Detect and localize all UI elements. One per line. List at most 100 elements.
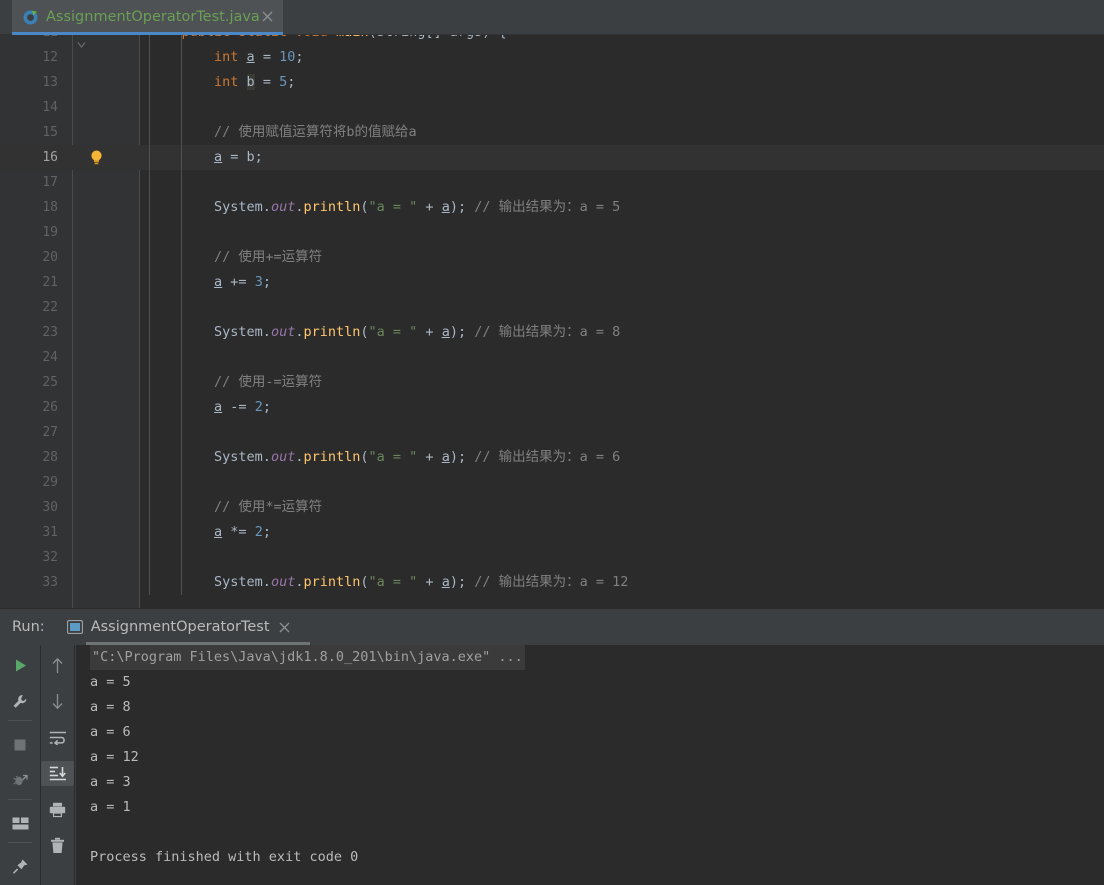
code-token: ; (287, 74, 296, 90)
gutter-row[interactable]: 13 (0, 70, 140, 95)
gutter-row[interactable]: 14 (0, 95, 140, 120)
arrow-down-icon[interactable] (41, 689, 74, 714)
gutter-row[interactable]: 29 (0, 470, 140, 495)
rerun-button[interactable] (0, 653, 40, 678)
pin-tab-button[interactable] (0, 854, 40, 879)
indent-guide (181, 420, 182, 445)
gutter-row[interactable]: 11 (0, 35, 140, 45)
gutter-row[interactable]: 26 (0, 395, 140, 420)
code-line[interactable]: // 使用-=运算符 (140, 370, 1104, 395)
gutter-row[interactable]: 28 (0, 445, 140, 470)
printer-icon[interactable] (41, 797, 74, 822)
code-line[interactable]: // 使用+=运算符 (140, 245, 1104, 270)
gutter-row[interactable]: 21 (0, 270, 140, 295)
gutter-row[interactable]: 19 (0, 220, 140, 245)
gutter-row[interactable]: 17 (0, 170, 140, 195)
edit-configuration-button[interactable] (0, 689, 40, 714)
code-token: + (417, 324, 442, 340)
code-line[interactable]: System.out.println("a = " + a); // 输出结果为… (140, 570, 1104, 595)
code-token: // 输出结果为：a = 5 (474, 199, 621, 215)
code-line[interactable] (140, 170, 1104, 195)
code-token: b (246, 74, 255, 90)
code-editor[interactable]: public static void main(String[] args) {… (0, 35, 1104, 608)
code-line[interactable] (140, 220, 1104, 245)
gutter-row[interactable]: 20 (0, 245, 140, 270)
code-token: 2 (254, 399, 263, 415)
code-line[interactable] (140, 420, 1104, 445)
gutter-row[interactable]: 33 (0, 570, 140, 595)
code-line[interactable]: a = b; (140, 145, 1104, 170)
code-token: System. (214, 449, 271, 465)
editor-tab-bar: AssignmentOperatorTest.java (0, 0, 1104, 35)
layout-button[interactable] (0, 811, 40, 836)
code-line[interactable] (140, 345, 1104, 370)
gutter-row[interactable]: 25 (0, 370, 140, 395)
close-icon[interactable] (260, 9, 275, 26)
run-tab-assignmentoperatortest[interactable]: AssignmentOperatorTest (66, 609, 296, 645)
code-token: // 输出结果为：a = 8 (474, 324, 621, 340)
code-token: ( (360, 574, 369, 590)
console-output[interactable]: "C:\Program Files\Java\jdk1.8.0_201\bin\… (76, 645, 1104, 885)
code-line-text: // 使用*=运算符 (149, 495, 322, 520)
code-line[interactable]: int b = 5; (140, 70, 1104, 95)
code-token: + (417, 449, 442, 465)
indent-guide (149, 345, 150, 370)
code-token: += (222, 274, 255, 290)
gutter-row[interactable]: 16 (0, 145, 140, 170)
editor-tab-assignmentoperatortest[interactable]: AssignmentOperatorTest.java (12, 0, 283, 34)
indent-guide (149, 545, 150, 570)
code-line[interactable]: public static void main(String[] args) { (140, 35, 1104, 45)
code-token: println (303, 449, 361, 465)
console-command-line: "C:\Program Files\Java\jdk1.8.0_201\bin\… (76, 645, 1104, 670)
toolbar-separator (8, 720, 32, 721)
code-line[interactable]: System.out.println("a = " + a); // 输出结果为… (140, 195, 1104, 220)
code-line[interactable]: int a = 10; (140, 45, 1104, 70)
code-line[interactable]: a -= 2; (140, 395, 1104, 420)
gutter-row[interactable]: 32 (0, 545, 140, 570)
code-line[interactable]: System.out.println("a = " + a); // 输出结果为… (140, 445, 1104, 470)
code-line[interactable]: // 使用赋值运算符将b的值赋给a (140, 120, 1104, 145)
code-token: System. (214, 199, 271, 215)
arrow-up-icon[interactable] (41, 653, 74, 678)
indent-guide (181, 345, 182, 370)
intention-bulb-icon[interactable] (88, 149, 105, 166)
close-icon[interactable] (279, 622, 290, 633)
gutter-row[interactable]: 18 (0, 195, 140, 220)
code-line[interactable] (140, 95, 1104, 120)
gutter-row[interactable]: 31 (0, 520, 140, 545)
gutter-row[interactable]: 12 (0, 45, 140, 70)
gutter-row[interactable]: 15 (0, 120, 140, 145)
line-number: 26 (42, 400, 58, 415)
code-token: ; (262, 274, 271, 290)
code-content[interactable]: public static void main(String[] args) {… (140, 35, 1104, 595)
code-line[interactable] (140, 470, 1104, 495)
code-token: main (336, 35, 369, 40)
code-token: out (270, 449, 296, 465)
indent-guide (181, 295, 182, 320)
soft-wrap-icon[interactable] (41, 725, 74, 750)
code-line[interactable]: a += 3; (140, 270, 1104, 295)
code-line[interactable]: System.out.println("a = " + a); // 输出结果为… (140, 320, 1104, 345)
gutter-row[interactable]: 30 (0, 495, 140, 520)
gutter-row[interactable]: 22 (0, 295, 140, 320)
code-line[interactable] (140, 545, 1104, 570)
line-number: 28 (42, 450, 58, 465)
code-token: 2 (254, 524, 263, 540)
line-number-column: 11 12 13 14 15 16 17 18 19 20 21 22 23 24 25 26 27 28 29 30… (0, 35, 140, 595)
bug-rerun-icon[interactable] (0, 768, 40, 793)
scroll-to-end-icon[interactable] (41, 761, 74, 786)
gutter-row[interactable]: 27 (0, 420, 140, 445)
code-line[interactable]: // 使用*=运算符 (140, 495, 1104, 520)
gutter-row[interactable]: 24 (0, 345, 140, 370)
gutter-row[interactable]: 23 (0, 320, 140, 345)
line-number: 15 (42, 125, 58, 140)
code-line[interactable] (140, 295, 1104, 320)
stop-button[interactable] (0, 732, 40, 757)
code-line[interactable]: a *= 2; (140, 520, 1104, 545)
trash-icon[interactable] (41, 833, 74, 858)
run-tab-label: AssignmentOperatorTest (90, 619, 270, 635)
